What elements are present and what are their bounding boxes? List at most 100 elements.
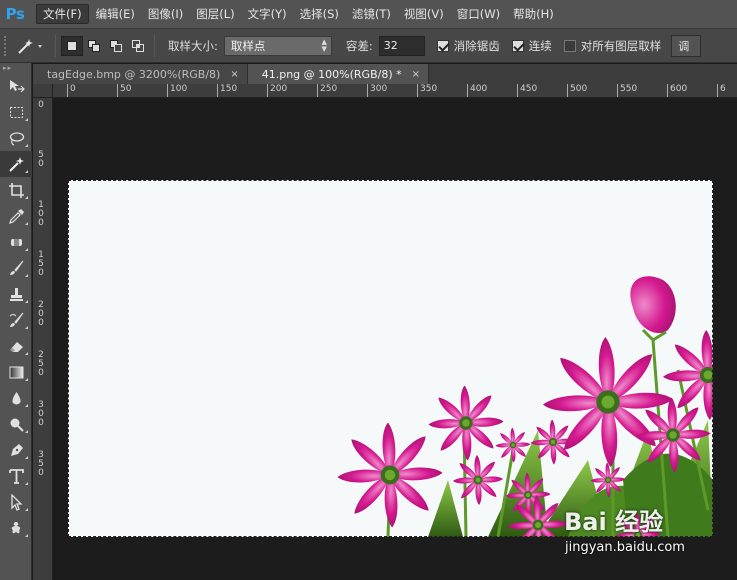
intersect-selection-button[interactable] xyxy=(127,36,149,56)
antialias-label: 消除锯齿 xyxy=(453,38,500,53)
menu-view[interactable]: 视图(V) xyxy=(398,4,450,24)
custom-shape-tool[interactable] xyxy=(0,515,32,541)
pen-tool[interactable] xyxy=(0,437,32,463)
dodge-icon xyxy=(10,418,24,432)
eyedropper-icon xyxy=(8,208,24,224)
sample-size-value: 取样点 xyxy=(230,38,266,53)
path-select-icon xyxy=(10,493,23,511)
ruler-tick-label: 350 xyxy=(417,84,437,97)
ruler-tick-label: 500 xyxy=(567,84,587,97)
menu-help[interactable]: 帮助(H) xyxy=(507,4,560,24)
lasso-tool[interactable] xyxy=(0,125,32,151)
menu-bar: Ps 文件(F) 编辑(E) 图像(I) 图层(L) 文字(Y) 选择(S) 滤… xyxy=(0,0,737,29)
stamp-icon xyxy=(9,287,23,301)
magic-wand-icon xyxy=(8,156,24,172)
menu-filter[interactable]: 滤镜(T) xyxy=(346,4,397,24)
sample-size-label: 取样大小: xyxy=(168,38,218,53)
menu-image[interactable]: 图像(I) xyxy=(142,4,189,24)
menu-type[interactable]: 文字(Y) xyxy=(242,4,293,24)
tools-panel: ▸▸ xyxy=(0,63,32,580)
pen-icon xyxy=(10,443,23,456)
gradient-icon xyxy=(9,366,23,378)
ruler-tick-label: 400 xyxy=(467,84,487,97)
checkbox-checked-icon xyxy=(511,39,524,52)
ruler-tick-label: 6 xyxy=(717,84,726,97)
add-selection-icon xyxy=(88,39,100,52)
tab-label: 41.png @ 100%(RGB/8) * xyxy=(261,67,402,81)
gradient-tool[interactable] xyxy=(0,359,32,385)
checkbox-checked-icon xyxy=(436,39,449,52)
path-selection-tool[interactable] xyxy=(0,489,32,515)
menu-file[interactable]: 文件(F) xyxy=(36,4,89,24)
dodge-tool[interactable] xyxy=(0,411,32,437)
toolbar-collapse-handle[interactable]: ▸▸ xyxy=(0,63,31,73)
document-canvas[interactable] xyxy=(68,180,713,537)
menu-select[interactable]: 选择(S) xyxy=(294,4,345,24)
menu-window[interactable]: 窗口(W) xyxy=(451,4,506,24)
crop-icon xyxy=(8,182,24,198)
crop-tool[interactable] xyxy=(0,177,32,203)
sample-size-select[interactable]: 取样点 ▲ ▼ xyxy=(223,35,332,56)
tolerance-input[interactable]: 32 xyxy=(378,35,425,56)
shape-icon xyxy=(11,521,20,533)
photoshop-logo: Ps xyxy=(5,5,25,23)
updown-arrows-icon: ▲ ▼ xyxy=(321,37,327,53)
flower-image xyxy=(68,276,713,537)
healing-brush-tool[interactable] xyxy=(0,229,32,255)
magic-wand-icon xyxy=(18,38,42,54)
type-tool[interactable] xyxy=(0,463,32,489)
clone-stamp-tool[interactable] xyxy=(0,281,32,307)
divider xyxy=(55,34,56,57)
document-tabs: tagEdge.bmp @ 3200%(RGB/8) × 41.png @ 10… xyxy=(33,64,737,84)
add-selection-button[interactable] xyxy=(83,36,105,56)
ruler-tick-label: 200 xyxy=(267,84,287,97)
move-tool[interactable] xyxy=(0,73,32,99)
new-selection-icon xyxy=(67,40,77,51)
canvas-workspace[interactable] xyxy=(54,98,737,580)
all-layers-checkbox[interactable]: 对所有图层取样 xyxy=(563,38,661,54)
tolerance-label: 容差: xyxy=(345,38,373,53)
menu-edit[interactable]: 编辑(E) xyxy=(90,4,141,24)
brush-tool[interactable] xyxy=(0,255,32,281)
move-icon xyxy=(9,79,25,92)
ruler-tick-label: 250 xyxy=(38,350,44,378)
ruler-tick-label: 300 xyxy=(38,400,44,428)
tab-tagedge[interactable]: tagEdge.bmp @ 3200%(RGB/8) × xyxy=(33,64,248,84)
vertical-ruler[interactable]: 0 50 100 150 200 250 300 350 xyxy=(33,98,53,580)
ruler-tick-label: 300 xyxy=(367,84,387,97)
eyedropper-tool[interactable] xyxy=(0,203,32,229)
blur-tool[interactable] xyxy=(0,385,32,411)
contiguous-label: 连续 xyxy=(528,38,552,53)
subtract-selection-button[interactable] xyxy=(105,36,127,56)
horizontal-ruler[interactable]: 0 50 100 150 200 250 300 350 400 450 500 550 600 6 xyxy=(53,84,737,98)
healing-brush-icon xyxy=(10,238,22,246)
new-selection-button[interactable] xyxy=(61,35,83,56)
close-icon[interactable]: × xyxy=(230,69,238,80)
menu-layer[interactable]: 图层(L) xyxy=(190,4,240,24)
ruler-tick-label: 0 xyxy=(38,100,44,110)
ruler-tick-label: 150 xyxy=(217,84,237,97)
ruler-tick-label: 200 xyxy=(38,300,44,328)
blur-icon xyxy=(11,391,21,404)
tool-preset-picker[interactable] xyxy=(10,34,50,58)
tab-41-png[interactable]: 41.png @ 100%(RGB/8) * × xyxy=(247,64,429,84)
divider xyxy=(154,34,155,57)
subtract-selection-icon xyxy=(110,39,122,52)
history-brush-tool[interactable] xyxy=(0,307,32,333)
options-bar: 取样大小: 取样点 ▲ ▼ 容差: 32 消除锯齿 连续 对所有图层取样 调 xyxy=(0,29,737,63)
ruler-tick-label: 450 xyxy=(517,84,537,97)
refine-edge-button[interactable]: 调 xyxy=(671,34,702,57)
ruler-tick-label: 250 xyxy=(317,84,337,97)
ruler-tick-label: 550 xyxy=(617,84,637,97)
contiguous-checkbox[interactable]: 连续 xyxy=(511,38,552,54)
marquee-tool[interactable] xyxy=(0,99,32,125)
ruler-tick-label: 600 xyxy=(667,84,687,97)
type-icon xyxy=(8,468,24,484)
eraser-tool[interactable] xyxy=(0,333,32,359)
magic-wand-tool[interactable] xyxy=(0,151,32,177)
ruler-origin[interactable] xyxy=(33,84,53,98)
lasso-icon xyxy=(9,131,24,146)
antialias-checkbox[interactable]: 消除锯齿 xyxy=(436,38,500,54)
close-icon[interactable]: × xyxy=(412,69,420,80)
ruler-tick-label: 0 xyxy=(67,84,76,97)
